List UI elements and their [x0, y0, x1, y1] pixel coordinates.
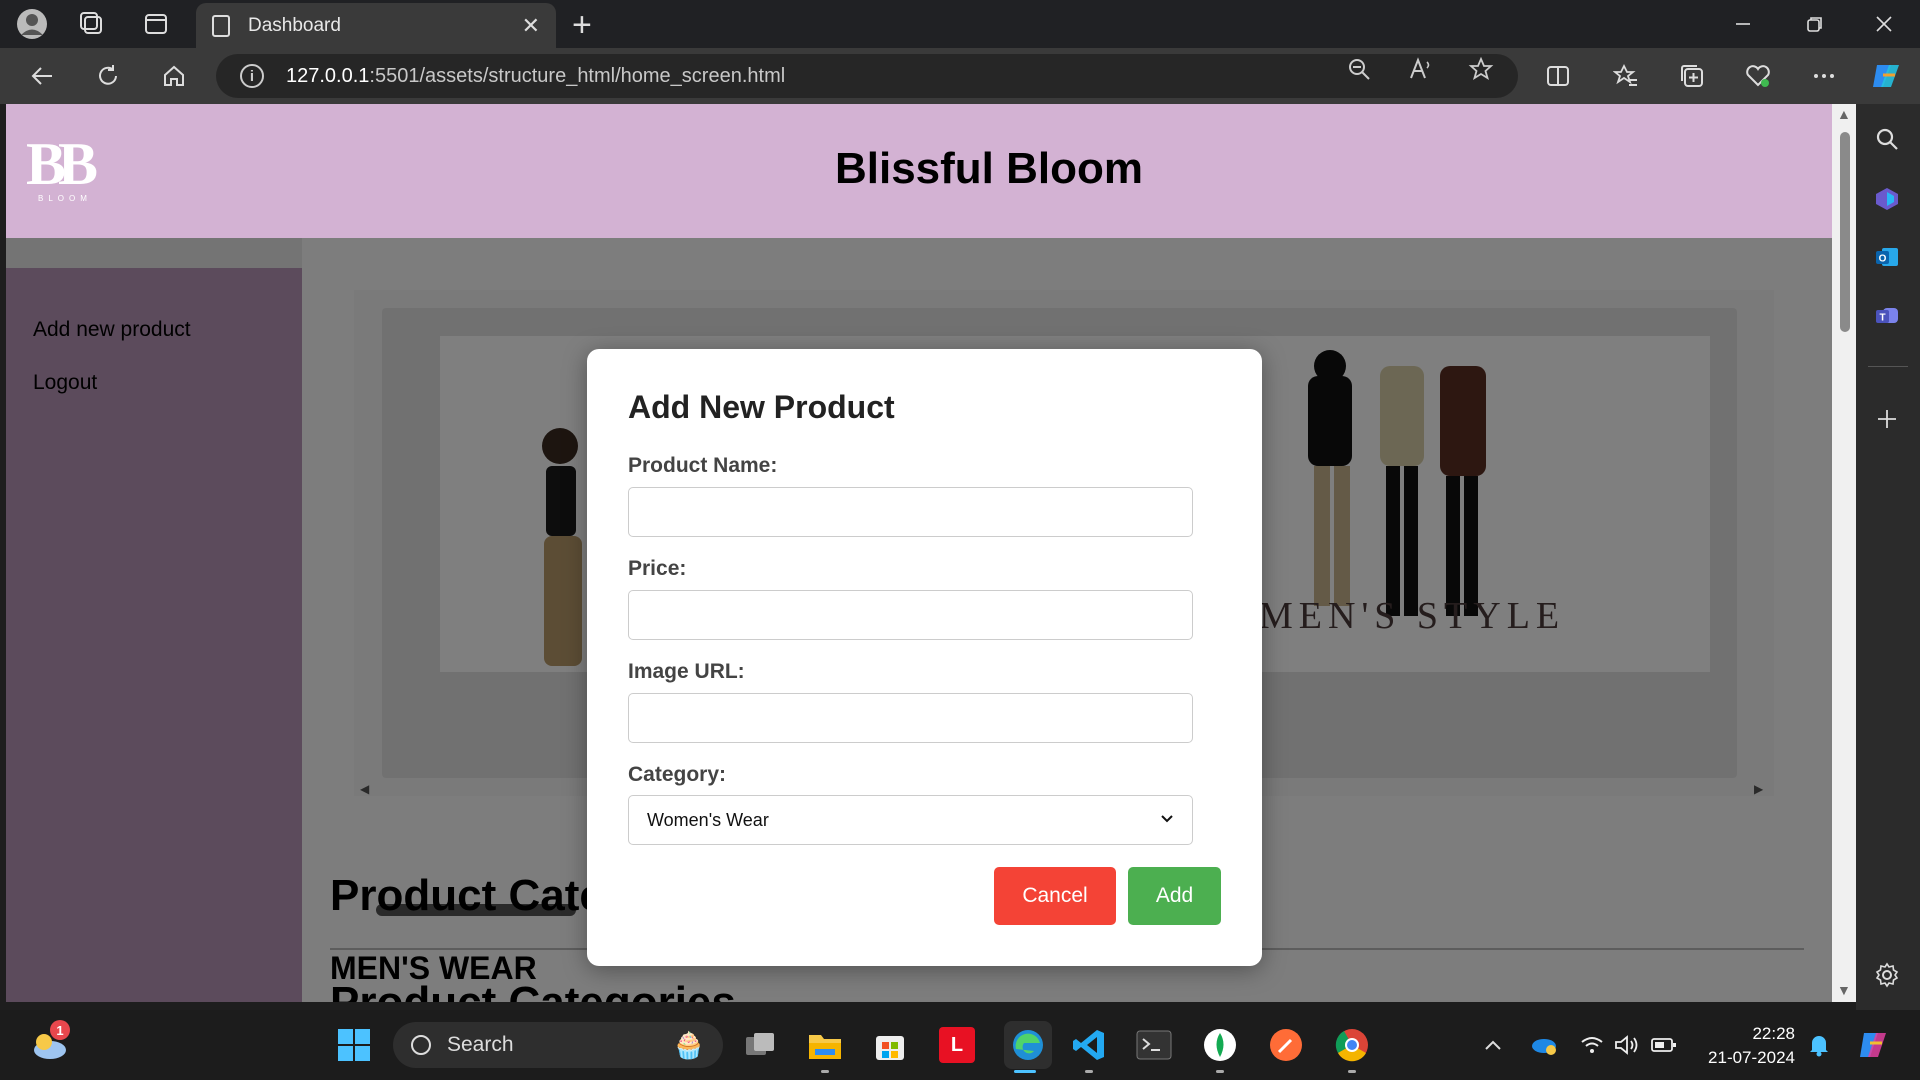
sidebar-divider — [1868, 366, 1908, 367]
profile-icon[interactable] — [12, 4, 52, 44]
image-url-input[interactable] — [628, 693, 1193, 743]
start-windows-icon[interactable] — [336, 1027, 372, 1063]
search-icon — [411, 1035, 431, 1055]
system-clock[interactable]: 22:28 21-07-2024 — [1700, 1022, 1795, 1070]
vscode-icon[interactable] — [1071, 1027, 1107, 1063]
task-view-icon[interactable] — [742, 1027, 778, 1063]
favorites-icon[interactable] — [1608, 58, 1644, 94]
favorite-star-icon[interactable] — [1468, 56, 1494, 89]
show-hidden-icons-chevron-icon[interactable] — [1484, 1010, 1502, 1080]
modal-title: Add New Product — [628, 389, 895, 425]
site-header: BB BLOOM Blissful Bloom — [6, 104, 1832, 238]
edge-browser-icon[interactable] — [1004, 1021, 1052, 1069]
copilot-taskbar-icon[interactable] — [1856, 1010, 1892, 1080]
tab-dashboard[interactable]: Dashboard ✕ — [196, 3, 556, 48]
tab-title: Dashboard — [248, 14, 341, 36]
browser-toolbar: i 127.0.0.1:5501/assets/structure_html/h… — [0, 48, 1920, 104]
vertical-tabs-icon[interactable] — [136, 4, 176, 44]
terminal-icon[interactable] — [1136, 1027, 1172, 1063]
minimize-icon[interactable] — [1734, 0, 1752, 48]
page-icon — [212, 14, 230, 37]
copilot-icon[interactable] — [1868, 58, 1904, 94]
mongodb-compass-icon[interactable] — [1202, 1027, 1238, 1063]
battery-icon[interactable] — [1651, 1010, 1677, 1080]
browser-tab-bar: Dashboard ✕ + — [0, 0, 1920, 48]
running-indicator — [1216, 1070, 1224, 1073]
zoom-icon[interactable] — [1346, 56, 1372, 89]
wifi-icon[interactable] — [1580, 1010, 1604, 1080]
notification-badge: 1 — [50, 1020, 70, 1040]
home-icon[interactable] — [156, 58, 192, 94]
taskbar-search[interactable]: Search 🧁 — [393, 1022, 723, 1068]
close-window-icon[interactable] — [1875, 0, 1893, 48]
postman-icon[interactable] — [1268, 1027, 1304, 1063]
url-host: 127.0.0.1 — [286, 64, 370, 87]
clock-time: 22:28 — [1752, 1024, 1795, 1043]
ms-store-icon[interactable] — [872, 1027, 908, 1063]
onedrive-icon[interactable] — [1530, 1010, 1558, 1080]
category-selected-value: Women's Wear — [647, 809, 769, 830]
logo-subtext: BLOOM — [38, 194, 92, 203]
outlook-icon[interactable]: O — [1872, 242, 1902, 272]
scrollbar-thumb[interactable] — [1840, 132, 1850, 332]
price-label: Price: — [628, 557, 687, 580]
file-explorer-icon[interactable] — [807, 1027, 843, 1063]
scroll-down-arrow-icon[interactable]: ▼ — [1837, 982, 1851, 998]
add-button[interactable]: Add — [1128, 867, 1221, 925]
read-aloud-icon[interactable] — [1408, 56, 1434, 89]
url-path: :5501/assets/structure_html/home_screen.… — [369, 64, 786, 87]
refresh-icon[interactable] — [90, 58, 126, 94]
split-screen-icon[interactable] — [1540, 58, 1576, 94]
running-indicator — [1085, 1070, 1093, 1073]
letter-l-app-icon[interactable]: L — [939, 1027, 975, 1063]
category-label: Category: — [628, 763, 727, 786]
clock-date: 21-07-2024 — [1708, 1048, 1795, 1067]
chevron-down-icon — [1160, 811, 1174, 829]
workspaces-icon[interactable] — [72, 4, 112, 44]
notifications-bell-icon[interactable] — [1808, 1010, 1830, 1080]
chrome-icon[interactable] — [1334, 1027, 1370, 1063]
running-indicator — [821, 1070, 829, 1073]
collections-icon[interactable] — [1674, 58, 1710, 94]
search-icon[interactable] — [1872, 124, 1902, 154]
active-app-indicator — [1014, 1070, 1036, 1073]
price-input[interactable] — [628, 590, 1193, 640]
close-tab-icon[interactable]: ✕ — [522, 13, 540, 39]
scroll-up-arrow-icon[interactable]: ▲ — [1837, 106, 1851, 122]
copilot-sidebar-icon[interactable] — [1872, 184, 1902, 214]
edge-sidebar: O T — [1856, 104, 1920, 1010]
product-name-label: Product Name: — [628, 454, 778, 477]
volume-icon[interactable] — [1614, 1010, 1640, 1080]
more-menu-icon[interactable] — [1806, 58, 1842, 94]
weather-widget-icon[interactable]: 1 — [28, 1020, 72, 1066]
back-icon[interactable] — [24, 58, 60, 94]
page-scrollbar[interactable]: ▲ ▼ — [1832, 104, 1856, 1002]
windows-taskbar: 1 Search 🧁 L 22:28 21-07-2024 — [0, 1010, 1920, 1080]
running-indicator — [1348, 1070, 1356, 1073]
svg-text:O: O — [1879, 254, 1887, 265]
mens-wear-heading: MEN'S WEAR — [330, 950, 537, 986]
settings-gear-icon[interactable] — [1872, 960, 1902, 990]
address-bar[interactable]: i 127.0.0.1:5501/assets/structure_html/h… — [216, 54, 1518, 98]
category-select[interactable]: Women's Wear — [628, 795, 1193, 845]
cancel-button[interactable]: Cancel — [994, 867, 1116, 925]
page-viewport: BB BLOOM Blissful Bloom Product Categori… — [6, 104, 1832, 1002]
search-highlight-icon: 🧁 — [672, 1029, 705, 1060]
site-info-icon[interactable]: i — [240, 64, 264, 88]
new-tab-button[interactable]: + — [572, 6, 592, 45]
search-label: Search — [447, 1033, 514, 1056]
teams-icon[interactable]: T — [1872, 300, 1902, 330]
product-name-input[interactable] — [628, 487, 1193, 537]
image-url-label: Image URL: — [628, 660, 745, 683]
svg-text:T: T — [1879, 313, 1885, 324]
restore-icon[interactable] — [1806, 0, 1824, 48]
browser-essentials-icon[interactable] — [1740, 58, 1776, 94]
site-title: Blissful Bloom — [834, 144, 1144, 193]
add-product-modal: Add New Product Product Name: Price: Ima… — [587, 349, 1262, 966]
add-sidebar-app-icon[interactable] — [1872, 404, 1902, 434]
